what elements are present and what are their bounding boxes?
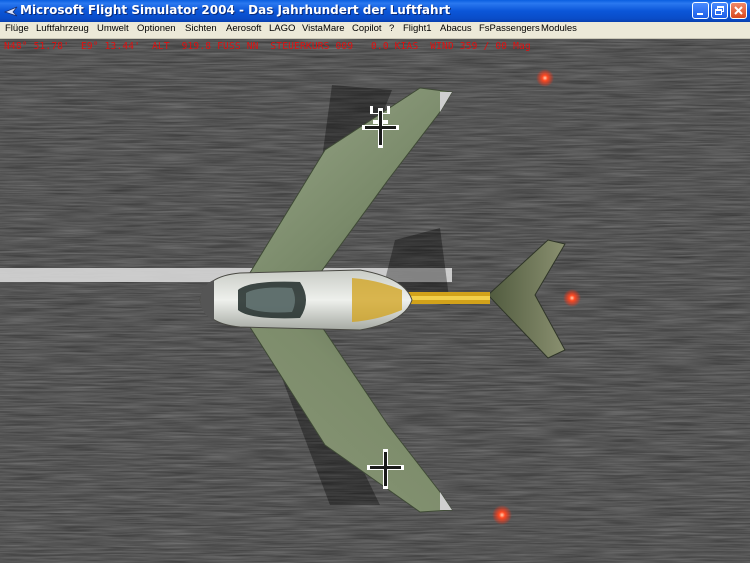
menu-optionen[interactable]: Optionen xyxy=(137,23,176,34)
menu-sichten[interactable]: Sichten xyxy=(185,23,217,34)
menu-abacus[interactable]: Abacus xyxy=(440,23,472,34)
menu-bar: Flüge Luftfahrzeug Umwelt Optionen Sicht… xyxy=(0,22,750,39)
title-bar[interactable]: Microsoft Flight Simulator 2004 - Das Ja… xyxy=(0,0,750,22)
close-button[interactable] xyxy=(730,2,747,19)
menu-flight1[interactable]: Flight1 xyxy=(403,23,432,34)
menu-lago[interactable]: LAGO xyxy=(269,23,295,34)
canopy xyxy=(246,287,295,313)
menu-umwelt[interactable]: Umwelt xyxy=(97,23,129,34)
menu-fluege[interactable]: Flüge xyxy=(5,23,29,34)
maximize-button[interactable] xyxy=(711,2,728,19)
runway-light xyxy=(492,505,512,525)
runway-light xyxy=(563,289,581,307)
menu-vistamare[interactable]: VistaMare xyxy=(302,23,345,34)
flight-view[interactable] xyxy=(0,39,750,563)
menu-help[interactable]: ? xyxy=(389,23,394,34)
menu-fspassengers[interactable]: FsPassengers xyxy=(479,23,540,34)
hud-readout: N48° 51.78' E9° 13.44' ALT 919.8 FUSS NN… xyxy=(4,41,531,52)
flight-simulator-icon xyxy=(4,6,18,17)
minimize-button[interactable] xyxy=(692,2,709,19)
menu-modules[interactable]: Modules xyxy=(541,23,577,34)
menu-luftfahrzeug[interactable]: Luftfahrzeug xyxy=(36,23,89,34)
window-title: Microsoft Flight Simulator 2004 - Das Ja… xyxy=(20,3,451,17)
minimize-icon xyxy=(697,13,703,15)
menu-copilot[interactable]: Copilot xyxy=(352,23,382,34)
close-icon xyxy=(734,6,743,15)
scenery-view xyxy=(0,39,750,563)
runway-light xyxy=(536,69,554,87)
restore-icon xyxy=(715,6,724,15)
menu-aerosoft[interactable]: Aerosoft xyxy=(226,23,261,34)
